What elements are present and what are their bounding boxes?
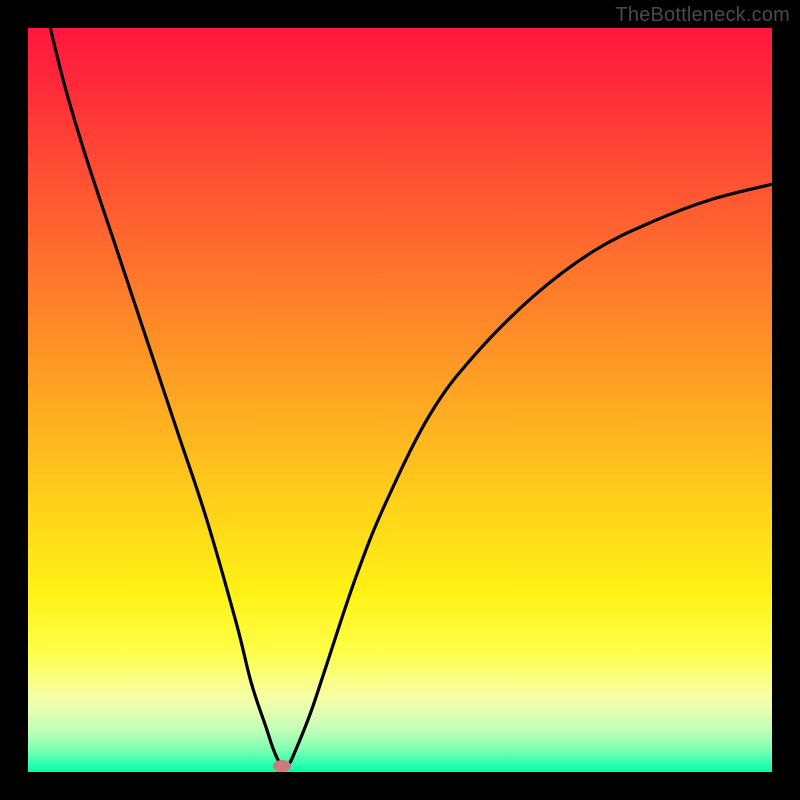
plot-area — [28, 28, 772, 772]
watermark-text: TheBottleneck.com — [615, 4, 790, 27]
bottleneck-curve — [50, 28, 772, 767]
chart-container: TheBottleneck.com — [0, 0, 800, 800]
minimum-marker — [273, 760, 291, 772]
curve-svg — [28, 28, 772, 772]
